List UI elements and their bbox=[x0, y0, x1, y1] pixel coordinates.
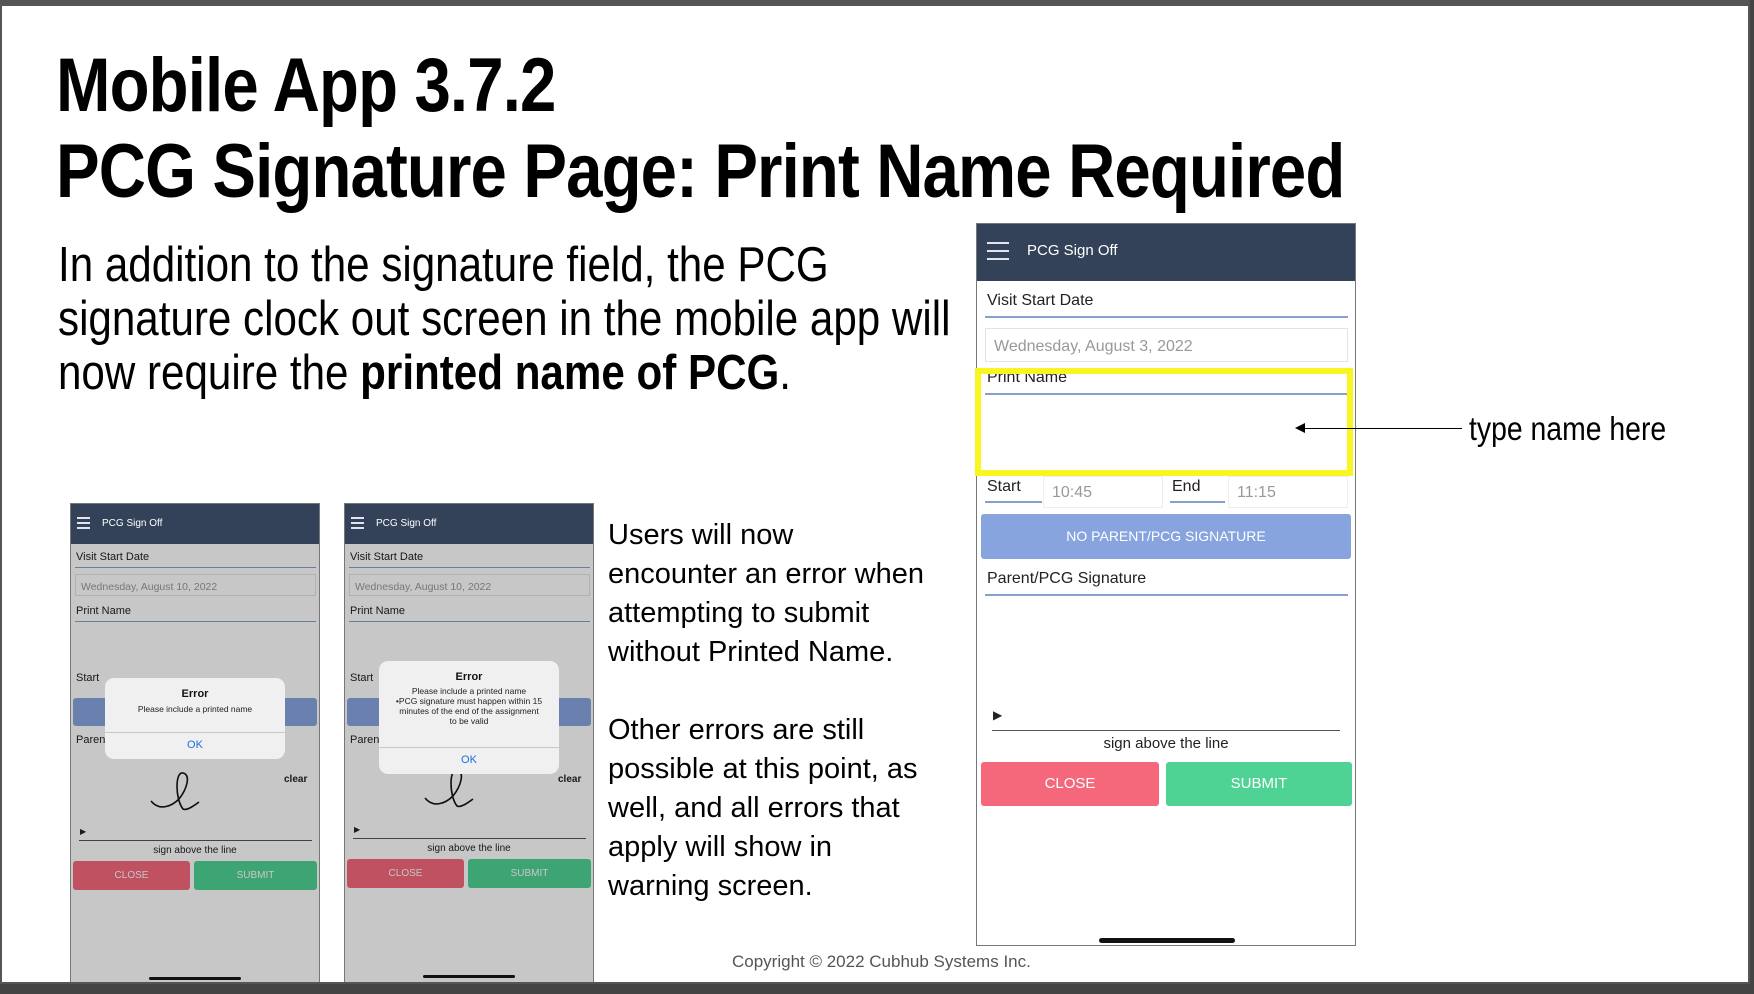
dialog-message: •PCG signature must happen within 15 bbox=[395, 696, 543, 706]
slide: Mobile App 3.7.2 PCG Signature Page: Pri… bbox=[0, 0, 1750, 984]
modal-overlay bbox=[71, 544, 319, 982]
dialog-separator bbox=[105, 732, 285, 733]
visit-start-field[interactable]: Wednesday, August 3, 2022 bbox=[985, 328, 1348, 362]
error-note: Users will now encounter an error when a… bbox=[608, 516, 924, 906]
signature-underline bbox=[985, 594, 1348, 596]
app-topbar: PCG Sign Off bbox=[345, 504, 593, 544]
hamburger-menu-icon[interactable] bbox=[77, 517, 90, 532]
dialog-separator bbox=[379, 747, 559, 748]
intro-text: In addition to the signature field, the … bbox=[58, 238, 950, 400]
visit-start-underline bbox=[985, 316, 1348, 318]
intro-line3-bold: printed name of PCG bbox=[360, 346, 780, 400]
annotation-text: type name here bbox=[1469, 410, 1667, 447]
topbar-title: PCG Sign Off bbox=[102, 518, 163, 529]
intro-line3-post: . bbox=[779, 346, 792, 400]
intro-line3: now require the printed name of PCG. bbox=[58, 346, 950, 400]
note-line: Users will now bbox=[608, 519, 794, 551]
slide-title-line2: PCG Signature Page: Print Name Required bbox=[56, 129, 1345, 214]
slide-title-line1: Mobile App 3.7.2 bbox=[56, 43, 556, 128]
hamburger-menu-icon[interactable] bbox=[351, 517, 364, 532]
intro-line2: signature clock out screen in the mobile… bbox=[58, 292, 951, 346]
home-indicator bbox=[149, 977, 241, 980]
end-underline bbox=[1170, 501, 1225, 503]
intro-line3-pre: now require the bbox=[58, 346, 361, 400]
dialog-message: to be valid bbox=[449, 716, 489, 726]
dialog-title: Error bbox=[455, 671, 483, 683]
home-indicator bbox=[423, 975, 515, 978]
signature-label: Parent/PCG Signature bbox=[987, 570, 1147, 587]
dialog-message: Please include a printed name bbox=[137, 704, 253, 714]
dialog-ok-button[interactable]: OK bbox=[105, 739, 285, 751]
error-dialog: Error Please include a printed name •PCG… bbox=[379, 661, 559, 774]
no-signature-button[interactable]: NO PARENT/PCG SIGNATURE bbox=[981, 514, 1351, 559]
app-topbar: PCG Sign Off bbox=[977, 224, 1355, 281]
intro-line1: In addition to the signature field, the … bbox=[58, 238, 829, 292]
arrow-left-icon bbox=[1295, 423, 1305, 433]
print-name-highlight bbox=[975, 368, 1353, 476]
note-line: Other errors are still bbox=[608, 714, 865, 746]
end-time-field[interactable]: 11:15 bbox=[1228, 476, 1348, 508]
close-button[interactable]: CLOSE bbox=[981, 762, 1159, 806]
signature-pad[interactable] bbox=[985, 600, 1348, 710]
big-phone-screen: PCG Sign Off Visit Start Date Wednesday,… bbox=[976, 223, 1356, 946]
note-line: possible at this point, as bbox=[608, 753, 918, 785]
note-line: well, and all errors that bbox=[608, 792, 900, 824]
note-line: without Printed Name. bbox=[608, 636, 894, 668]
dialog-message: minutes of the end of the assignment bbox=[399, 706, 539, 716]
note-line: apply will show in bbox=[608, 831, 833, 863]
home-indicator bbox=[1099, 938, 1235, 943]
end-label: End bbox=[1172, 478, 1201, 495]
signature-line bbox=[992, 730, 1340, 731]
app-topbar: PCG Sign Off bbox=[71, 504, 319, 544]
sign-marker-icon: ▶ bbox=[993, 708, 1003, 722]
dialog-message: Please include a printed name bbox=[411, 686, 527, 696]
note-line: warning screen. bbox=[608, 870, 813, 902]
copyright: Copyright © 2022 Cubhub Systems Inc. bbox=[732, 952, 1031, 971]
note-line: attempting to submit bbox=[608, 597, 870, 629]
start-label: Start bbox=[987, 478, 1021, 495]
start-time-field[interactable]: 10:45 bbox=[1043, 476, 1163, 508]
small-phone-error-2: PCG Sign Off Visit Start Date Wednesday,… bbox=[344, 503, 594, 982]
topbar-title: PCG Sign Off bbox=[1027, 242, 1118, 259]
note-line bbox=[608, 672, 924, 711]
topbar-title: PCG Sign Off bbox=[376, 518, 437, 529]
dialog-title: Error bbox=[181, 688, 209, 700]
small-phone-error-1: PCG Sign Off Visit Start Date Wednesday,… bbox=[70, 503, 320, 982]
hamburger-menu-icon[interactable] bbox=[987, 242, 1009, 266]
dialog-ok-button[interactable]: OK bbox=[379, 754, 559, 766]
note-line: encounter an error when bbox=[608, 558, 924, 590]
error-dialog: Error Please include a printed name OK bbox=[105, 678, 285, 759]
annotation-arrow-line bbox=[1302, 428, 1462, 429]
visit-start-label: Visit Start Date bbox=[987, 292, 1094, 309]
submit-button[interactable]: SUBMIT bbox=[1166, 762, 1352, 806]
start-underline bbox=[985, 501, 1042, 503]
sign-hint: sign above the line bbox=[1103, 735, 1229, 752]
